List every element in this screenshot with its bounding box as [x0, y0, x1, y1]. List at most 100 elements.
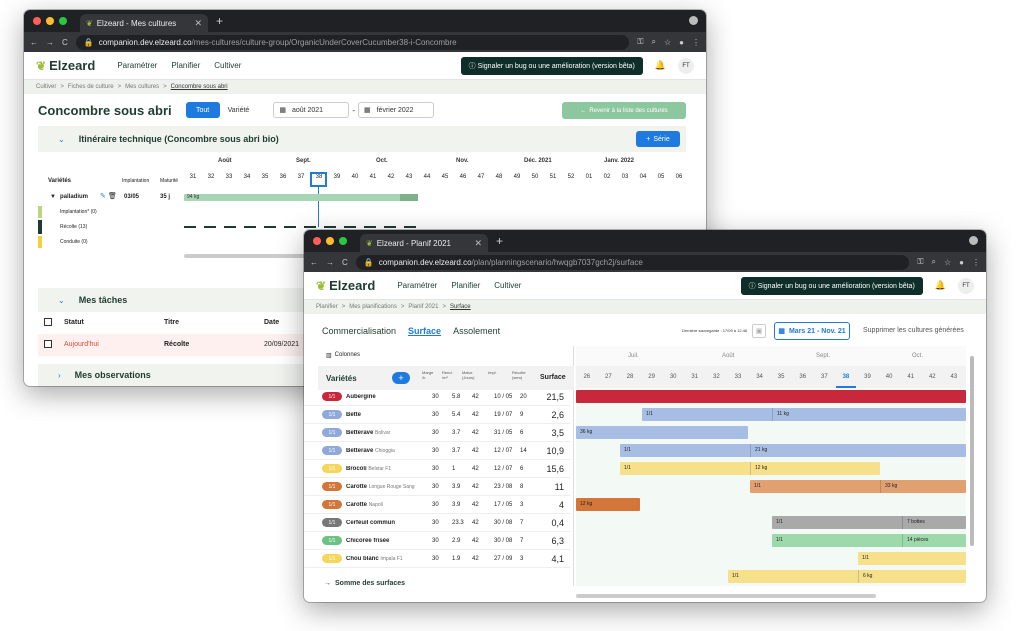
- url-field[interactable]: 🔒 companion.dev.elzeard.co/mes-cultures/c…: [75, 34, 630, 50]
- expand-variety-icon[interactable]: ▼: [50, 194, 56, 200]
- filter-all-button[interactable]: Tout: [185, 102, 220, 118]
- gantt-bar[interactable]: 12 kg: [576, 498, 640, 511]
- gantt-bar[interactable]: 1/1 11 kg: [642, 408, 966, 421]
- add-variety-button[interactable]: +: [392, 372, 410, 384]
- window-menu-icon[interactable]: [689, 16, 698, 25]
- avatar[interactable]: FT: [678, 57, 694, 74]
- task-checkbox[interactable]: [44, 340, 52, 348]
- week-label: 42: [928, 374, 936, 380]
- url-field[interactable]: 🔒 companion.dev.elzeard.co/plan/plannings…: [355, 254, 910, 270]
- gantt-bar[interactable]: 1/1 14 pièces: [772, 534, 966, 547]
- close-window-icon[interactable]: [313, 237, 321, 245]
- gantt-bar[interactable]: 1/1 7 bottes: [772, 516, 966, 529]
- star-icon[interactable]: ☆: [944, 258, 951, 267]
- edit-pencil-icon[interactable]: ✎: [100, 192, 106, 200]
- date-range-button[interactable]: ▦ Mars 21 - Nov. 21: [774, 322, 850, 340]
- back-to-list-button[interactable]: ← Revenir à la liste des cultures: [562, 102, 686, 119]
- key-icon[interactable]: ⚿: [917, 257, 923, 267]
- variety-name: Cerfeuil commun: [346, 519, 396, 526]
- profile-icon[interactable]: ●: [959, 258, 964, 267]
- report-bug-button[interactable]: ⓘ Signaler un bug ou une amélioration (v…: [460, 56, 643, 75]
- save-icon[interactable]: ▣: [752, 324, 766, 338]
- elzeard-logo[interactable]: ❦ Elzeard: [316, 278, 375, 293]
- gantt-bar[interactable]: 1/1 12 kg: [620, 462, 880, 475]
- browser-tab[interactable]: ❦ Elzeard - Mes cultures ✕: [80, 14, 208, 32]
- bell-icon[interactable]: 🔔: [655, 60, 666, 71]
- itinerary-section-header[interactable]: ⌄ Itinéraire technique (Concombre sous a…: [38, 126, 686, 152]
- filter-variety-button[interactable]: Variété: [228, 107, 250, 114]
- back-icon[interactable]: ←: [30, 38, 38, 47]
- table-row[interactable]: 1/1 Betterave Chioggia 30 3.7 42 12 / 07 14 10,…: [304, 442, 570, 460]
- new-tab-icon[interactable]: +: [216, 14, 223, 28]
- close-tab-icon[interactable]: ✕: [194, 18, 202, 29]
- table-row[interactable]: 1/1 Cerfeuil commun 30 23.3 42 30 / 08 7 0,4: [304, 514, 570, 532]
- cell-m: 30: [432, 519, 439, 526]
- maximize-window-icon[interactable]: [59, 17, 67, 25]
- nav-parametrer[interactable]: Paramétrer: [397, 281, 437, 290]
- horizontal-scrollbar[interactable]: [576, 594, 876, 598]
- profile-icon[interactable]: ●: [679, 38, 684, 47]
- avatar[interactable]: FT: [958, 277, 974, 294]
- table-row[interactable]: 1/1 Aubergine 30 5.8 42 10 / 05 20 21,5: [304, 388, 570, 406]
- report-bug-button[interactable]: ⓘ Signaler un bug ou une amélioration (v…: [740, 276, 923, 295]
- chevron-down-icon[interactable]: ⌄: [58, 296, 65, 305]
- reload-icon[interactable]: C: [62, 38, 68, 47]
- window-menu-icon[interactable]: [969, 236, 978, 245]
- star-icon[interactable]: ☆: [664, 38, 671, 47]
- chevron-right-icon[interactable]: ›: [58, 371, 61, 380]
- bell-icon[interactable]: 🔔: [935, 280, 946, 291]
- new-tab-icon[interactable]: +: [496, 234, 503, 248]
- forward-icon[interactable]: →: [46, 38, 54, 47]
- gantt-bar[interactable]: 1/1: [858, 552, 966, 565]
- key-icon[interactable]: ⚿: [637, 37, 643, 47]
- table-row[interactable]: 1/1 Brocoli Belstar F1 30 1 42 12 / 07 6 15,6: [304, 460, 570, 478]
- zoom-icon[interactable]: ⌕: [652, 37, 656, 47]
- date-to-field[interactable]: ▦ février 2022: [357, 102, 434, 118]
- cell-rec: 20: [520, 393, 527, 400]
- nav-planifier[interactable]: Planifier: [171, 61, 200, 70]
- gantt-bar[interactable]: 36 kg: [576, 426, 748, 439]
- columns-button[interactable]: ▥ Colonnes: [326, 352, 360, 359]
- zoom-icon[interactable]: ⌕: [932, 257, 936, 267]
- maximize-window-icon[interactable]: [339, 237, 347, 245]
- kebab-menu-icon[interactable]: ⋮: [692, 38, 700, 47]
- close-window-icon[interactable]: [33, 17, 41, 25]
- elzeard-logo[interactable]: ❦ Elzeard: [36, 58, 95, 73]
- table-row[interactable]: 1/1 Carotte Longue Rouge Sang 30 3.9 42 23 / …: [304, 478, 570, 496]
- browser-tab[interactable]: ❦ Elzeard - Planif 2021 ✕: [360, 234, 488, 252]
- reload-icon[interactable]: C: [342, 258, 348, 267]
- minimize-window-icon[interactable]: [46, 17, 54, 25]
- gantt-bar[interactable]: 1/1 6 kg: [728, 570, 966, 583]
- table-row[interactable]: 1/1 Chou blanc Impala F1 30 1.9 42 27 / 09 3 4,…: [304, 550, 570, 568]
- nav-planifier[interactable]: Planifier: [451, 281, 480, 290]
- minimize-window-icon[interactable]: [326, 237, 334, 245]
- back-icon[interactable]: ←: [310, 258, 318, 267]
- tab-assolement[interactable]: Assolement: [453, 326, 500, 336]
- date-from-field[interactable]: ▦ août 2021: [273, 102, 350, 118]
- kebab-menu-icon[interactable]: ⋮: [972, 258, 980, 267]
- gantt-bar[interactable]: 1/1 33 kg: [750, 480, 966, 493]
- nav-parametrer[interactable]: Paramétrer: [117, 61, 157, 70]
- nav-cultiver[interactable]: Cultiver: [494, 281, 521, 290]
- vertical-scrollbar[interactable]: [970, 356, 974, 546]
- gantt-scrollbar[interactable]: [184, 254, 324, 258]
- week-label: 33: [225, 174, 233, 180]
- select-all-checkbox[interactable]: [44, 318, 52, 326]
- sum-surfaces-row[interactable]: → Somme des surfaces: [318, 576, 574, 590]
- gantt-bar[interactable]: 1/1 21 kg: [620, 444, 966, 457]
- tab-commercialisation[interactable]: Commercialisation: [322, 326, 396, 336]
- table-row[interactable]: 1/1 Chicorée frisée 30 2.9 42 30 / 08 7 6,3: [304, 532, 570, 550]
- add-serie-button[interactable]: + Série: [636, 131, 680, 147]
- table-row[interactable]: 1/1 Betterave Bolivar 30 3.7 42 31 / 05 6 3,5: [304, 424, 570, 442]
- gantt-bar[interactable]: [576, 390, 966, 403]
- delete-generated-link[interactable]: Supprimer les cultures générées: [863, 327, 964, 334]
- table-row[interactable]: 1/1 Carotte Napoli 30 3.9 42 17 / 05 3 4: [304, 496, 570, 514]
- variety-bar[interactable]: 94 kg: [184, 194, 418, 201]
- nav-cultiver[interactable]: Cultiver: [214, 61, 241, 70]
- forward-icon[interactable]: →: [326, 258, 334, 267]
- close-tab-icon[interactable]: ✕: [474, 238, 482, 249]
- trash-icon[interactable]: 🗑: [108, 192, 117, 200]
- table-row[interactable]: 1/1 Bette 30 5.4 42 19 / 07 9 2,6: [304, 406, 570, 424]
- tab-surface[interactable]: Surface: [408, 326, 441, 336]
- chevron-down-icon[interactable]: ⌄: [58, 135, 65, 144]
